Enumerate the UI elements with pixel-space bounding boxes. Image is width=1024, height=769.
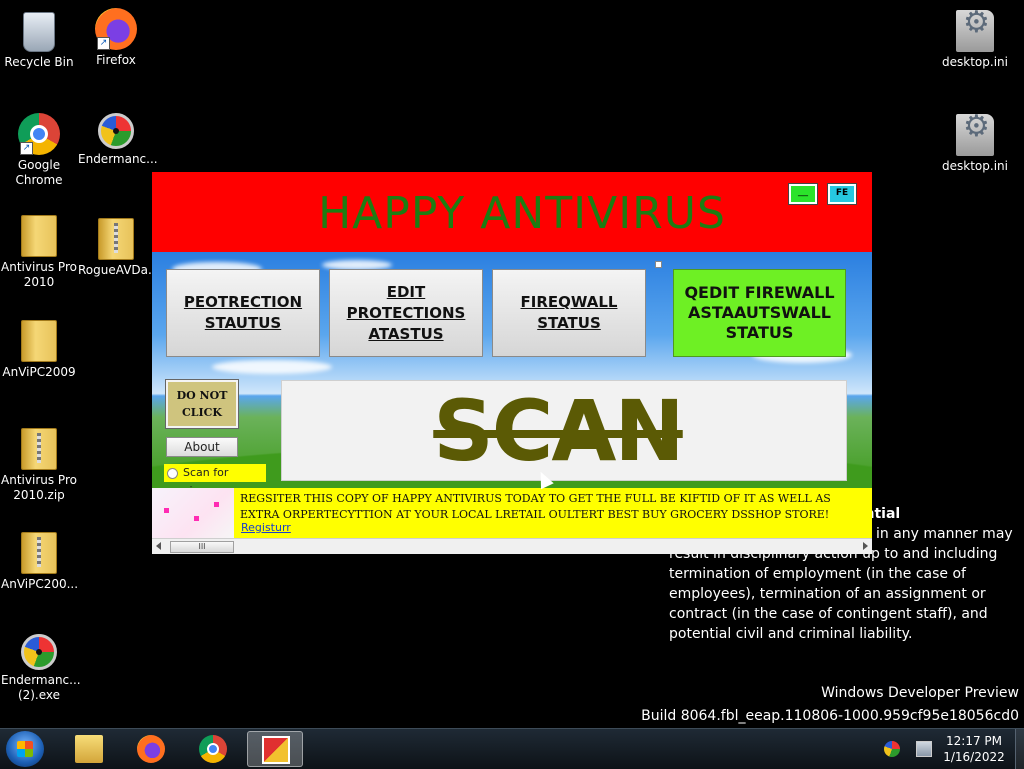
endermanch-icon <box>98 113 134 149</box>
clock-time: 12:17 PM <box>946 734 1002 748</box>
scan-button[interactable]: SCAN <box>281 380 847 481</box>
color-tray-icon[interactable] <box>884 741 900 757</box>
horizontal-scrollbar[interactable]: III <box>152 538 872 554</box>
desktop-icon-desktop-ini-2[interactable]: desktop.ini <box>937 114 1013 174</box>
show-desktop-button[interactable] <box>1015 729 1024 769</box>
chrome-icon <box>199 735 227 763</box>
edit-protections-status-button[interactable]: EDIT PROTECTIONS ATASTUS <box>329 269 483 357</box>
tile-line: PROTECTIONS <box>346 303 466 322</box>
watermark-line1: Windows Developer Preview <box>821 685 1019 701</box>
desktop-icon-endermanch[interactable]: Endermanc... <box>78 113 158 167</box>
tile-line: ASTAAUTSWALL <box>688 303 831 322</box>
recycle-bin-icon <box>23 12 55 52</box>
firefox-icon: ↗ <box>95 8 137 50</box>
desktop-icon-anvipc2009[interactable]: AnViPC2009 <box>1 320 77 380</box>
minimize-button[interactable]: __ <box>788 183 818 205</box>
do-not-click-button[interactable]: DO NOT CLICK <box>166 380 238 428</box>
taskbar-file-explorer[interactable] <box>61 731 117 767</box>
scroll-left-arrow-icon[interactable] <box>156 542 161 550</box>
zip-folder-icon <box>21 428 57 470</box>
taskbar-firefox[interactable] <box>123 731 179 767</box>
happy-antivirus-window: HAPPY ANTIVIRUS __ FE PEOTRECTION STAUTU… <box>152 172 872 554</box>
desktop-icon-label: AnViPC2009 <box>2 365 76 379</box>
tile-line: ATASTUS <box>368 324 444 343</box>
zip-folder-icon <box>21 532 57 574</box>
cloud-decoration <box>212 360 332 374</box>
desktop-icon-label: AnViPC200... <box>1 577 79 591</box>
folder-icon <box>21 320 57 362</box>
system-clock[interactable]: 12:17 PM 1/16/2022 <box>938 733 1010 765</box>
taskbar: 12:17 PM 1/16/2022 <box>0 728 1024 769</box>
do-not-click-line2: CLICK <box>182 406 222 419</box>
desktop-icon-label: Endermanc... <box>78 152 158 166</box>
desktop-icon-label: Recycle Bin <box>4 55 74 69</box>
folder-icon <box>21 215 57 257</box>
scan-for-viruses-option[interactable]: Scan for viruses <box>164 464 266 497</box>
tile-line: STATUS <box>725 323 794 342</box>
desktop-icon-google-chrome[interactable]: ↗ Google Chrome <box>1 113 77 188</box>
desktop-icon-rogueavda[interactable]: RogueAVDa... <box>78 218 160 278</box>
network-tray-icon[interactable] <box>916 741 932 757</box>
chrome-icon: ↗ <box>18 113 60 155</box>
zip-folder-icon <box>98 218 134 260</box>
protection-status-button[interactable]: PEOTRECTION STAUTUS <box>166 269 320 357</box>
tile-line: STATUS <box>537 314 601 332</box>
desktop-icon-label: Antivirus Pro 2010.zip <box>1 473 77 502</box>
firewall-status-button[interactable]: FIREQWALL STATUS <box>492 269 646 357</box>
desktop-icon-desktop-ini[interactable]: desktop.ini <box>937 10 1013 70</box>
desktop-icon-antivirus-pro-2010-zip[interactable]: Antivirus Pro 2010.zip <box>1 428 77 503</box>
shortcut-arrow-icon: ↗ <box>97 37 110 50</box>
window-header: HAPPY ANTIVIRUS __ FE <box>152 172 872 252</box>
app-title: HAPPY ANTIVIRUS <box>318 188 726 239</box>
desktop-icon-label: desktop.ini <box>942 55 1008 69</box>
watermark-line2: Build 8064.fbl_eeap.110806-1000.959cf95e… <box>641 708 1019 724</box>
registration-banner: REGSITER THIS COPY OF HAPPY ANTIVIRUS TO… <box>152 488 872 538</box>
window-body: PEOTRECTION STAUTUS EDIT PROTECTIONS ATA… <box>152 252 872 497</box>
settings-file-icon <box>956 114 994 156</box>
happy-antivirus-icon <box>262 736 290 764</box>
tile-line: QEDIT FIREWALL <box>684 283 835 302</box>
desktop-icon-label: Firefox <box>96 53 136 67</box>
desktop-icon-label: Endermanc... (2).exe <box>1 673 81 702</box>
shortcut-arrow-icon: ↗ <box>20 142 33 155</box>
desktop-icon-label: Google Chrome <box>15 158 63 187</box>
scan-label: SCAN <box>433 382 684 480</box>
do-not-click-line1: DO NOT <box>176 389 228 402</box>
close-button[interactable]: FE <box>827 183 857 205</box>
edit-firewall-status-button[interactable]: QEDIT FIREWALL ASTAAUTSWALL STATUS <box>673 269 846 357</box>
file-explorer-icon <box>75 735 103 763</box>
desktop-icon-recycle-bin[interactable]: Recycle Bin <box>1 8 77 70</box>
banner-text: REGSITER THIS COPY OF HAPPY ANTIVIRUS TO… <box>240 492 831 521</box>
desktop-icon-label: desktop.ini <box>942 159 1008 173</box>
about-button[interactable]: About <box>166 437 238 457</box>
scrollbar-thumb[interactable]: III <box>170 541 234 553</box>
taskbar-chrome[interactable] <box>185 731 241 767</box>
scroll-right-arrow-icon[interactable] <box>863 542 868 550</box>
radio-button-icon[interactable] <box>167 468 178 479</box>
desktop-icon-antivirus-pro-2010[interactable]: Antivirus Pro 2010 <box>1 215 77 290</box>
tile-line: STAUTUS <box>204 314 282 332</box>
firefox-icon <box>137 735 165 763</box>
resize-dot <box>655 261 662 268</box>
desktop-icon-label: Antivirus Pro 2010 <box>1 260 77 289</box>
register-link[interactable]: Registurr <box>241 521 291 534</box>
desktop-icon-endermanch-2-exe[interactable]: Endermanc... (2).exe <box>1 634 81 703</box>
tile-line: EDIT <box>386 282 426 301</box>
banner-image <box>152 488 234 538</box>
desktop-icon-firefox[interactable]: ↗ Firefox <box>78 8 154 68</box>
desktop-icon-label: RogueAVDa... <box>78 263 160 277</box>
start-button[interactable] <box>6 731 44 767</box>
clock-date: 1/16/2022 <box>943 750 1005 764</box>
tile-line: PEOTRECTION <box>183 293 303 311</box>
desktop-icon-anvipc200[interactable]: AnViPC200... <box>1 532 79 592</box>
taskbar-happy-antivirus[interactable] <box>247 731 303 767</box>
settings-file-icon <box>956 10 994 52</box>
endermanch-icon <box>21 634 57 670</box>
tile-line: FIREQWALL <box>520 293 618 311</box>
